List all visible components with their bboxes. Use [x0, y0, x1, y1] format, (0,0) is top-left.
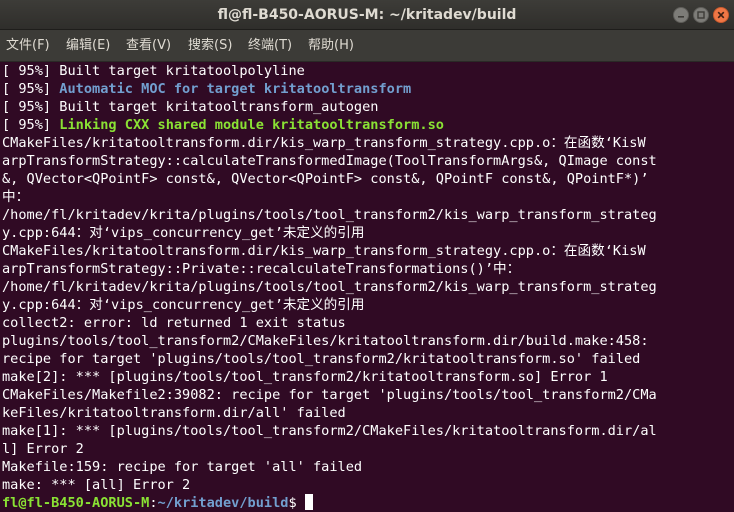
prompt-symbol: $: [288, 495, 297, 511]
linking-status: Linking CXX shared module kritatooltrans…: [59, 117, 444, 133]
output-line: &, QVector<QPointF> const&, QVector<QPoi…: [2, 171, 649, 187]
output-line: CMakeFiles/kritatooltransform.dir/kis_wa…: [2, 243, 646, 259]
maximize-button[interactable]: [693, 7, 709, 23]
output-line: plugins/tools/tool_transform2/CMakeFiles…: [2, 333, 649, 349]
output-line: Makefile:159: recipe for target 'all' fa…: [2, 459, 363, 475]
output-line: l] Error 2: [2, 441, 84, 457]
output-line: [ 95%] Built target kritatoolpolyline: [2, 63, 305, 79]
maximize-icon: [697, 11, 705, 19]
output-line: arpTransformStrategy::Private::recalcula…: [2, 261, 521, 277]
menu-view[interactable]: 查看(V): [126, 30, 171, 62]
menu-terminal[interactable]: 终端(T): [248, 30, 292, 62]
menu-bar: 文件(F) 编辑(E) 查看(V) 搜索(S) 终端(T) 帮助(H): [0, 30, 734, 62]
output-line: make: *** [all] Error 2: [2, 477, 191, 493]
prompt-user-host: fl@fl-B450-AORUS-M: [2, 495, 150, 511]
output-line: /home/fl/kritadev/krita/plugins/tools/to…: [2, 207, 657, 223]
shell-prompt[interactable]: fl@fl-B450-AORUS-M:~/kritadev/build$: [2, 494, 313, 512]
menu-edit[interactable]: 编辑(E): [66, 30, 110, 62]
terminal-window: fl@fl-B450-AORUS-M: ~/kritadev/build 文件(…: [0, 0, 734, 512]
progress-prefix: [ 95%]: [2, 81, 60, 97]
moc-status: Automatic MOC for target kritatooltransf…: [59, 81, 412, 97]
output-line: [ 95%] Linking CXX shared module kritato…: [2, 116, 444, 134]
output-line: [ 95%] Built target kritatooltransform_a…: [2, 99, 379, 115]
output-line: /home/fl/kritadev/krita/plugins/tools/to…: [2, 279, 657, 295]
close-icon: [717, 11, 725, 19]
menu-search[interactable]: 搜索(S): [188, 30, 232, 62]
output-line: arpTransformStrategy::calculateTransform…: [2, 153, 657, 169]
menu-help[interactable]: 帮助(H): [308, 30, 354, 62]
output-line: make[2]: *** [plugins/tools/tool_transfo…: [2, 369, 608, 385]
output-line: recipe for target 'plugins/tools/tool_tr…: [2, 351, 641, 367]
output-line: keFiles/kritatooltransform.dir/all' fail…: [2, 405, 346, 421]
menu-file[interactable]: 文件(F): [6, 30, 50, 62]
title-bar[interactable]: fl@fl-B450-AORUS-M: ~/kritadev/build: [0, 0, 734, 30]
output-line: y.cpp:644：对‘vips_concurrency_get’未定义的引用: [2, 225, 365, 241]
close-button[interactable]: [713, 7, 729, 23]
output-line: make[1]: *** [plugins/tools/tool_transfo…: [2, 423, 657, 439]
output-line: y.cpp:644：对‘vips_concurrency_get’未定义的引用: [2, 297, 365, 313]
output-line: [ 95%] Automatic MOC for target kritatoo…: [2, 80, 411, 98]
text-cursor: [304, 494, 313, 510]
output-line: collect2: error: ld returned 1 exit stat…: [2, 315, 346, 331]
minimize-icon: [678, 16, 684, 18]
output-line: CMakeFiles/kritatooltransform.dir/kis_wa…: [2, 135, 646, 151]
minimize-button[interactable]: [673, 7, 689, 23]
output-line: CMakeFiles/Makefile2:39082: recipe for t…: [2, 387, 657, 403]
prompt-separator: :: [149, 495, 158, 511]
progress-prefix: [ 95%]: [2, 117, 60, 133]
window-title: fl@fl-B450-AORUS-M: ~/kritadev/build: [217, 7, 517, 23]
terminal-output[interactable]: [ 95%] Built target kritatoolpolyline [ …: [0, 62, 734, 512]
output-line: 中：: [2, 189, 30, 205]
prompt-path: ~/kritadev/build: [157, 495, 289, 511]
